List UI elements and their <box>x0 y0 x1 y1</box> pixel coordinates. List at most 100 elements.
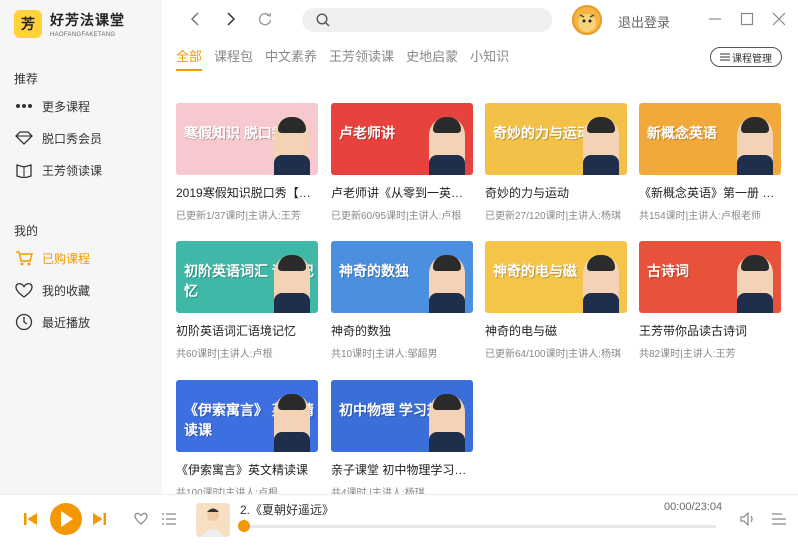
clock-icon <box>14 313 34 331</box>
course-title[interactable]: 亲子课堂 初中物理学习规划 <box>331 461 473 478</box>
next-icon <box>93 513 106 525</box>
course-thumbnail[interactable]: 神奇的电与磁 <box>485 241 627 313</box>
course-card[interactable]: 奇妙的力与运动 奇妙的力与运动 已更新27/120课时|主讲人:杨琪 <box>485 103 627 222</box>
app-logo: 芳 <box>14 10 42 38</box>
course-title[interactable]: 王芳带你品读古诗词 <box>639 322 781 339</box>
course-title[interactable]: 神奇的电与磁 <box>485 322 627 339</box>
volume-button[interactable] <box>740 512 756 526</box>
course-thumbnail[interactable]: 寒假知识 脱口秀 <box>176 103 318 175</box>
progress-track[interactable] <box>244 525 716 528</box>
course-thumbnail[interactable]: 神奇的数独 <box>331 241 473 313</box>
course-title[interactable]: 卢老师讲《从零到一英语… <box>331 184 473 201</box>
sidebar-item-favorites[interactable]: 我的收藏 <box>14 280 90 300</box>
course-title[interactable]: 奇妙的力与运动 <box>485 184 627 201</box>
course-meta: 共10课时|主讲人:邹超男 <box>331 349 438 360</box>
course-card[interactable]: 《伊索寓言》 英文精读课 《伊索寓言》英文精读课 共100课时|主讲人:卢根 <box>176 380 318 499</box>
lecturer-portrait <box>429 255 465 313</box>
category-tabs: 全部 课程包 中文素养 王芳领读课 史地启蒙 小知识 <box>176 46 521 71</box>
menu-button[interactable] <box>772 512 786 526</box>
tab-history-geography[interactable]: 史地启蒙 <box>406 46 458 71</box>
lecturer-portrait <box>274 117 310 175</box>
course-card[interactable]: 初中物理 学习规划 亲子课堂 初中物理学习规划 共4课时 |主讲人:杨琪 <box>331 380 473 499</box>
lecturer-portrait <box>429 394 465 452</box>
search-icon <box>316 13 330 27</box>
course-thumbnail[interactable]: 卢老师讲 <box>331 103 473 175</box>
course-meta: 已更新64/100课时|主讲人:杨琪 <box>485 349 621 360</box>
forward-button[interactable] <box>222 10 240 28</box>
course-thumbnail[interactable]: 初中物理 学习规划 <box>331 380 473 452</box>
course-card[interactable]: 初阶英语词汇 语境记忆 初阶英语词汇语境记忆 共60课时|主讲人:卢根 <box>176 241 318 360</box>
tab-course-pack[interactable]: 课程包 <box>214 46 253 71</box>
sidebar-item-purchased[interactable]: 已购课程 <box>14 248 90 268</box>
course-title[interactable]: 《新概念英语》第一册 全… <box>639 184 781 201</box>
course-card[interactable]: 新概念英语 《新概念英语》第一册 全… 共154课时|主讲人:卢根老师 <box>639 103 781 222</box>
course-meta: 共60课时|主讲人:卢根 <box>176 349 273 360</box>
playlist-button[interactable] <box>162 513 176 525</box>
sidebar-item-label: 更多课程 <box>42 99 91 114</box>
course-title[interactable]: 初阶英语词汇语境记忆 <box>176 322 318 339</box>
course-meta: 已更新1/37课时|主讲人:王芳 <box>176 211 301 222</box>
sidebar-item-recent[interactable]: 最近播放 <box>14 312 90 332</box>
maximize-button[interactable] <box>738 10 756 28</box>
course-title[interactable]: 2019寒假知识脱口秀【第… <box>176 184 318 201</box>
favorite-button[interactable] <box>134 512 148 525</box>
search-box[interactable] <box>302 8 552 32</box>
sidebar-item-label: 已购课程 <box>42 251 91 266</box>
track-title: 2.《夏朝好遥远》 <box>240 503 335 517</box>
sidebar-item-talkshow-member[interactable]: 脱口秀会员 <box>14 128 102 148</box>
course-card[interactable]: 神奇的数独 神奇的数独 共10课时|主讲人:邹超男 <box>331 241 473 360</box>
playback-time: 00:00/23:04 <box>664 501 723 513</box>
close-button[interactable] <box>770 10 788 28</box>
next-button[interactable] <box>92 513 106 525</box>
lecturer-portrait <box>737 117 773 175</box>
course-title[interactable]: 神奇的数独 <box>331 322 473 339</box>
now-playing-thumbnail[interactable] <box>196 503 230 537</box>
back-button[interactable] <box>186 10 204 28</box>
section-title-recommend: 推荐 <box>14 72 39 86</box>
course-thumbnail[interactable]: 《伊索寓言》 英文精读课 <box>176 380 318 452</box>
previous-button[interactable] <box>24 513 38 525</box>
course-meta: 已更新27/120课时|主讲人:杨琪 <box>485 211 621 222</box>
sidebar-item-reading-class[interactable]: 王芳领读课 <box>14 160 102 180</box>
maximize-icon <box>740 12 754 26</box>
course-title[interactable]: 《伊索寓言》英文精读课 <box>176 461 318 478</box>
progress-knob[interactable] <box>238 520 250 532</box>
minimize-icon <box>709 18 721 20</box>
heart-icon <box>134 512 148 525</box>
more-dots-icon <box>14 97 34 115</box>
search-input[interactable] <box>336 13 536 27</box>
refresh-button[interactable] <box>256 10 274 28</box>
lecturer-portrait <box>274 394 310 452</box>
course-card[interactable]: 卢老师讲 卢老师讲《从零到一英语… 已更新60/95课时|主讲人:卢根 <box>331 103 473 222</box>
course-manage-label: 课程管理 <box>732 53 772 65</box>
course-thumbnail[interactable]: 初阶英语词汇 语境记忆 <box>176 241 318 313</box>
tab-trivia[interactable]: 小知识 <box>470 46 509 71</box>
user-avatar[interactable] <box>572 5 602 35</box>
diamond-icon <box>14 129 34 147</box>
thumbnail-text: 卢老师讲 <box>339 125 395 141</box>
thumbnail-text: 神奇的数独 <box>339 263 409 279</box>
thumbnail-text: 新概念英语 <box>647 125 717 141</box>
course-manage-button[interactable]: 课程管理 <box>710 47 782 67</box>
tab-all[interactable]: 全部 <box>176 46 203 71</box>
course-thumbnail[interactable]: 新概念英语 <box>639 103 781 175</box>
course-thumbnail[interactable]: 古诗词 <box>639 241 781 313</box>
thumbnail-text: 古诗词 <box>647 263 689 279</box>
tab-chinese-literacy[interactable]: 中文素养 <box>265 46 317 71</box>
logout-button[interactable]: 退出登录 <box>618 12 670 31</box>
tab-reading-class[interactable]: 王芳领读课 <box>329 46 394 71</box>
play-button[interactable] <box>50 503 82 535</box>
sidebar-item-label: 最近播放 <box>42 315 91 330</box>
course-card[interactable]: 神奇的电与磁 神奇的电与磁 已更新64/100课时|主讲人:杨琪 <box>485 241 627 360</box>
now-playing-portrait <box>202 508 224 537</box>
sidebar-item-label: 王芳领读课 <box>42 163 103 178</box>
course-card[interactable]: 寒假知识 脱口秀 2019寒假知识脱口秀【第… 已更新1/37课时|主讲人:王芳 <box>176 103 318 222</box>
course-card[interactable]: 古诗词 王芳带你品读古诗词 共82课时|主讲人:王芳 <box>639 241 781 360</box>
minimize-button[interactable] <box>706 10 724 28</box>
course-thumbnail[interactable]: 奇妙的力与运动 <box>485 103 627 175</box>
lecturer-portrait <box>429 117 465 175</box>
lecturer-portrait <box>737 255 773 313</box>
lecturer-portrait <box>583 255 619 313</box>
chevron-right-icon <box>227 12 236 26</box>
sidebar-item-more-courses[interactable]: 更多课程 <box>14 96 90 116</box>
